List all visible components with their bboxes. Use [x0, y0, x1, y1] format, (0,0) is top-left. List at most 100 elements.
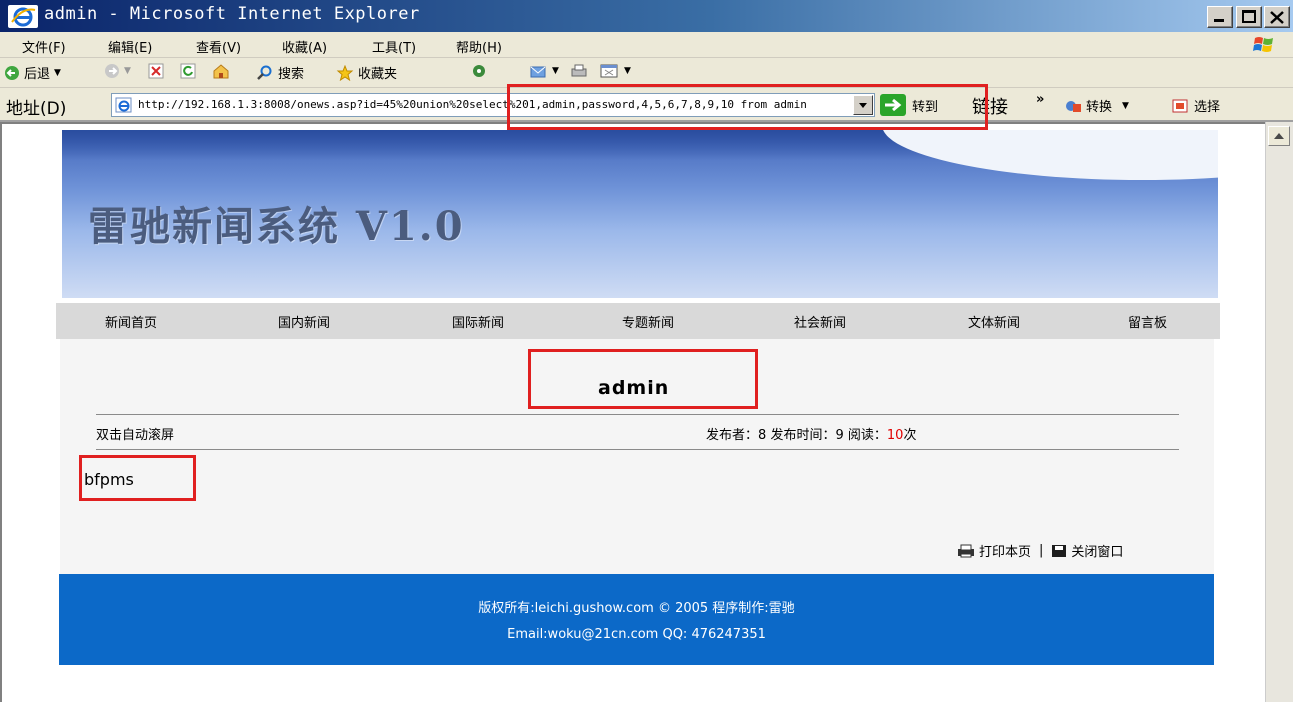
back-arrow-icon: [5, 65, 19, 80]
back-button[interactable]: 后退 ▼: [4, 63, 61, 82]
maximize-button[interactable]: [1236, 6, 1262, 28]
edit-window-icon: [600, 64, 618, 78]
refresh-icon: [180, 63, 196, 79]
print-page-link[interactable]: 打印本页: [979, 541, 1031, 560]
site-footer: 版权所有:leichi.gushow.com © 2005 程序制作:雷驰 Em…: [59, 574, 1214, 665]
go-arrow-icon: [880, 94, 906, 116]
stop-icon: [148, 63, 164, 79]
favorites-label: 收藏夹: [358, 67, 398, 82]
select-icon: [1172, 99, 1188, 112]
divider: [96, 449, 1179, 450]
article-actions: 打印本页 | 关闭窗口: [957, 541, 1123, 560]
site-banner: 雷驰新闻系统 V1.0: [62, 130, 1218, 298]
nav-guestbook[interactable]: 留言板: [1128, 312, 1167, 331]
menu-favorites[interactable]: 收藏(A): [282, 37, 327, 56]
site-logo-title: 雷驰新闻系统 V1.0: [88, 203, 465, 250]
search-label: 搜索: [278, 67, 305, 82]
home-button[interactable]: [212, 63, 230, 79]
reads-unit: 次: [903, 428, 917, 443]
article-panel: [60, 339, 1214, 575]
scroll-up-button[interactable]: [1268, 126, 1290, 146]
search-icon: [257, 65, 272, 80]
nav-society[interactable]: 社会新闻: [794, 312, 846, 331]
go-button[interactable]: 转到: [880, 94, 938, 116]
printer-icon: [571, 64, 587, 77]
reads-count: 10: [886, 428, 904, 443]
time-value: 9: [835, 428, 844, 443]
media-icon: [473, 65, 485, 77]
star-icon: [336, 64, 354, 81]
convert-icon: [1066, 100, 1081, 112]
contact-line: Email:woku@21cn.com QQ: 476247351: [507, 627, 766, 642]
article-meta: 发布者：8 发布时间：9 阅读：10次: [706, 424, 916, 443]
back-label: 后退: [24, 67, 51, 82]
chevron-down-icon: ▼: [1122, 100, 1129, 111]
window-title: admin - Microsoft Internet Explorer: [44, 4, 420, 24]
mail-icon: [530, 66, 546, 78]
menu-bar: 文件(F) 编辑(E) 查看(V) 收藏(A) 工具(T) 帮助(H): [0, 32, 1293, 58]
standard-toolbar: 后退 ▼ ▼ 搜索 收藏夹 ▼ ▼: [0, 58, 1293, 88]
save-disk-icon: [1052, 544, 1067, 557]
article-content: bfpms: [84, 470, 134, 489]
address-url[interactable]: http://192.168.1.3:8008/onews.asp?id=45%…: [138, 98, 848, 111]
address-input[interactable]: http://192.168.1.3:8008/onews.asp?id=45%…: [111, 93, 875, 117]
nav-home[interactable]: 新闻首页: [105, 312, 157, 331]
convert-button[interactable]: 转换 ▼: [1064, 96, 1129, 115]
article-title: admin: [598, 377, 670, 399]
chevron-down-icon: ▼: [124, 66, 131, 76]
menu-tools[interactable]: 工具(T): [372, 37, 416, 56]
forward-arrow-icon: [105, 64, 119, 78]
vertical-scrollbar[interactable]: [1265, 122, 1293, 702]
menu-edit[interactable]: 编辑(E): [108, 37, 152, 56]
nav-international[interactable]: 国际新闻: [452, 312, 504, 331]
minimize-button[interactable]: [1207, 6, 1233, 28]
menu-view[interactable]: 查看(V): [196, 37, 241, 56]
divider: [96, 414, 1179, 415]
nav-culture-sports[interactable]: 文体新闻: [968, 312, 1020, 331]
chevron-down-icon: ▼: [552, 66, 559, 76]
refresh-button[interactable]: [180, 63, 196, 79]
reads-label: 阅读：: [847, 428, 887, 443]
search-button[interactable]: 搜索: [256, 63, 304, 82]
home-icon: [213, 64, 229, 79]
site-nav: 新闻首页 国内新闻 国际新闻 专题新闻 社会新闻 文体新闻 留言板: [56, 303, 1220, 339]
address-label: 地址(D): [6, 99, 67, 119]
close-icon: [1270, 11, 1284, 24]
favorites-button[interactable]: 收藏夹: [336, 63, 397, 82]
print-toolbar-button[interactable]: [570, 63, 588, 79]
select-button[interactable]: 选择: [1172, 96, 1220, 115]
close-window-button[interactable]: [1264, 6, 1290, 28]
links-button[interactable]: 链接: [972, 93, 1008, 119]
nav-domestic[interactable]: 国内新闻: [278, 312, 330, 331]
chevron-down-icon: ▼: [624, 66, 631, 76]
chevron-down-icon: ▼: [54, 67, 61, 78]
copyright-line: 版权所有:leichi.gushow.com © 2005 程序制作:雷驰: [478, 601, 795, 616]
page-icon: [115, 97, 132, 113]
select-label: 选择: [1194, 100, 1221, 115]
ie-logo-icon: [8, 5, 38, 28]
menu-help[interactable]: 帮助(H): [456, 37, 502, 56]
stop-button[interactable]: [148, 63, 164, 79]
actions-separator: |: [1039, 543, 1044, 558]
forward-button[interactable]: ▼: [104, 63, 131, 79]
printer-icon: [958, 544, 974, 557]
minimize-icon: [1214, 19, 1224, 22]
auto-scroll-hint: 双击自动滚屏: [96, 428, 175, 443]
address-dropdown-button[interactable]: [853, 95, 873, 115]
windows-flag-icon: [1253, 37, 1273, 52]
media-button[interactable]: [470, 63, 488, 79]
convert-label: 转换: [1086, 100, 1113, 115]
close-window-link[interactable]: 关闭窗口: [1071, 541, 1123, 560]
menu-file[interactable]: 文件(F): [22, 37, 66, 56]
time-label: 发布时间：: [770, 428, 836, 443]
mail-button[interactable]: ▼: [530, 63, 559, 79]
banner-swoosh: [882, 130, 1218, 180]
publisher-value: 8: [758, 428, 767, 443]
go-label: 转到: [912, 99, 939, 115]
nav-special[interactable]: 专题新闻: [622, 312, 674, 331]
chevron-up-icon: [1274, 133, 1284, 139]
links-chevron[interactable]: »: [1036, 92, 1044, 107]
publisher-label: 发布者：: [706, 428, 759, 443]
edit-button[interactable]: ▼: [600, 63, 631, 79]
maximize-icon: [1242, 10, 1256, 23]
